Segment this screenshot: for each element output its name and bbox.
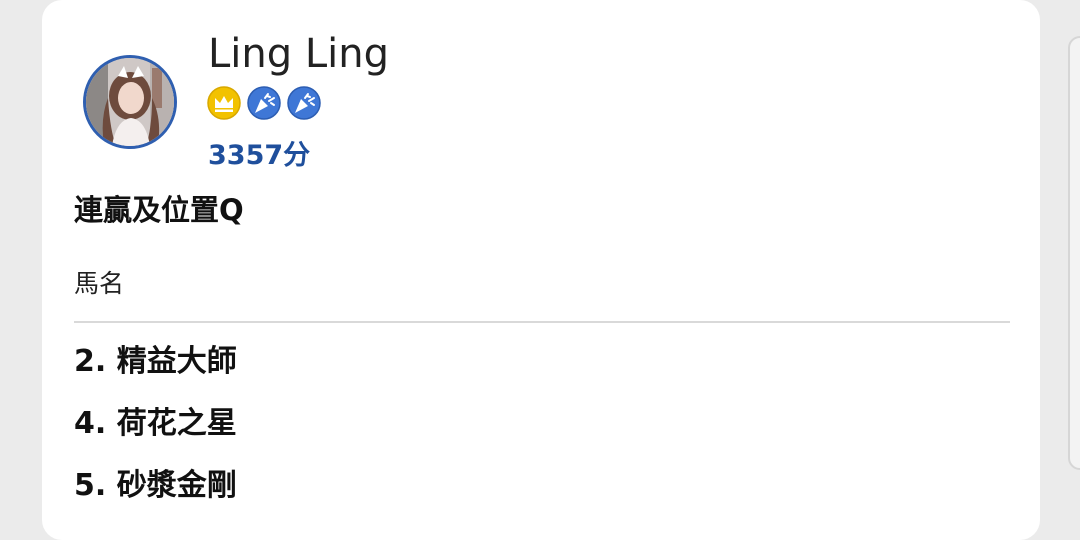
- divider: [74, 321, 1010, 323]
- horse-name-header: 馬名: [74, 269, 125, 298]
- user-avatar[interactable]: [83, 55, 177, 149]
- bet-type-title: 連贏及位置Q: [74, 193, 244, 227]
- horse-list: 2. 精益大師 4. 荷花之星 5. 砂漿金剛: [74, 340, 237, 526]
- list-item: 2. 精益大師: [74, 344, 237, 379]
- list-item: 4. 荷花之星: [74, 406, 237, 441]
- avatar-photo: [86, 58, 174, 146]
- list-item: 5. 砂漿金剛: [74, 468, 237, 503]
- party-popper-icon: [247, 86, 281, 120]
- user-points: 3357分: [208, 140, 311, 171]
- crown-icon: [207, 86, 241, 120]
- party-popper-icon: [287, 86, 321, 120]
- adjacent-card-edge: [1068, 36, 1080, 470]
- user-name[interactable]: Ling Ling: [208, 30, 389, 78]
- badge-row: [207, 86, 321, 120]
